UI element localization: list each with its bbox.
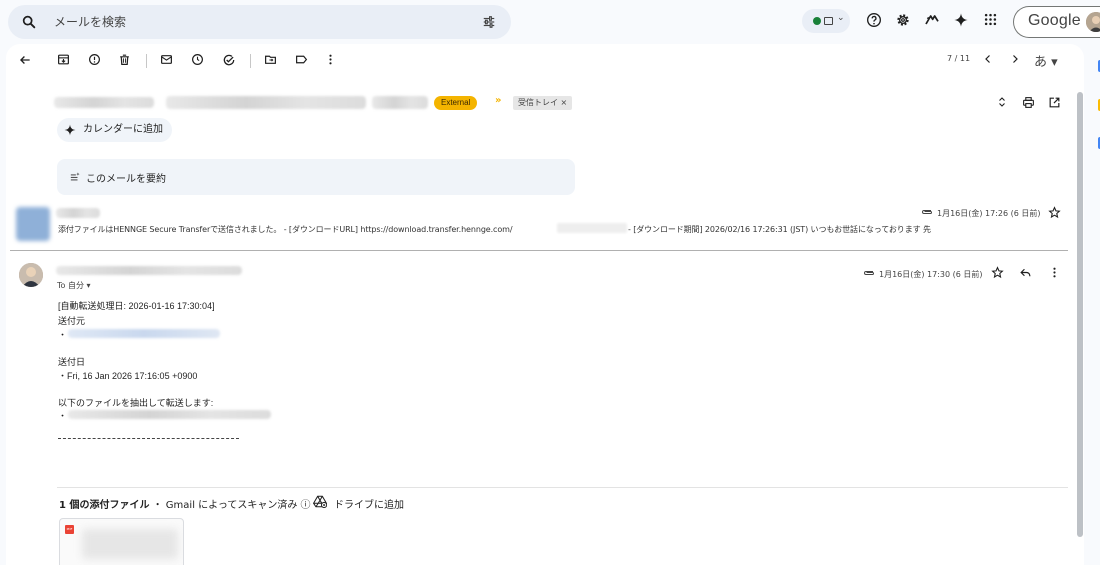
star-icon[interactable] — [1048, 206, 1061, 219]
summarize-icon — [70, 172, 80, 182]
summarize-label: このメールを要約 — [86, 174, 166, 185]
sender-name-redacted — [56, 208, 100, 218]
body-line: ・ — [58, 411, 68, 421]
search-bar[interactable] — [8, 5, 511, 39]
attachment-card-pdf[interactable]: PDF — [59, 518, 184, 565]
more-vert-icon[interactable] — [324, 53, 337, 66]
message-date: 1月16日(金) 17:30 (6 日前) — [879, 270, 983, 279]
body-line: 送付元 — [58, 316, 86, 326]
google-account-button[interactable]: Google — [1013, 6, 1100, 38]
external-label-chip[interactable]: External — [434, 96, 478, 110]
feature-sparkle-icon[interactable] — [924, 12, 940, 28]
body-line: [自動転送処理日: 2026-01-16 17:30:04] — [58, 301, 215, 311]
add-to-drive-label: ドライブに追加 — [334, 500, 404, 511]
attachment-clip-icon — [921, 208, 933, 216]
subject-redacted — [54, 97, 154, 108]
message-divider — [10, 250, 1068, 251]
mail-reading-pane: 7 / 11 あ ▾ External » 受信トレイ × カレンダーに追加 こ… — [6, 44, 1084, 565]
reply-arrow-icon[interactable] — [1019, 266, 1032, 279]
signature-separator — [58, 438, 239, 439]
attachments-header: 1 個の添付ファイル ・ Gmail によってスキャン済み ⓘ — [59, 496, 311, 511]
toolbar-divider — [146, 54, 147, 68]
archive-icon[interactable] — [57, 53, 70, 66]
label-tag-icon[interactable] — [295, 53, 308, 66]
body-line: 以下のファイルを抽出して転送します: — [58, 398, 214, 408]
sender-avatar[interactable] — [16, 207, 50, 241]
pdf-file-icon: PDF — [65, 525, 74, 534]
recipients-dropdown[interactable]: To 自分 ▾ — [57, 280, 91, 291]
sparkle-icon — [64, 124, 76, 136]
body-line: ・ — [58, 330, 68, 340]
toolbar-divider — [250, 54, 251, 68]
side-panel-strip — [1090, 44, 1100, 565]
snippet-part-2: - [ダウンロード期間] 2026/02/16 17:26:31 (JST) い… — [628, 225, 931, 234]
mark-unread-icon[interactable] — [160, 53, 173, 66]
top-bar: ⌄ Google — [0, 0, 1100, 44]
older-chevron-right-icon[interactable] — [1009, 53, 1021, 65]
attachment-preview-redacted — [82, 529, 178, 559]
sender-avatar[interactable] — [19, 263, 43, 287]
report-spam-icon[interactable] — [88, 53, 101, 66]
apps-grid-icon[interactable] — [983, 12, 998, 27]
account-avatar[interactable] — [1086, 12, 1100, 32]
body-line: ・Fri, 16 Jan 2026 17:16:05 +0900 — [58, 371, 198, 381]
add-to-tasks-icon[interactable] — [222, 53, 236, 67]
pagination-count: 7 / 11 — [947, 54, 971, 63]
attachments-divider — [57, 487, 1068, 488]
input-tools-button[interactable]: あ ▾ — [1034, 51, 1058, 70]
print-icon[interactable] — [1022, 96, 1035, 109]
attachment-clip-icon — [863, 269, 875, 277]
help-icon[interactable] — [866, 12, 882, 28]
collapsed-message-row[interactable]: 1月16日(金) 17:26 (6 日前) 添付ファイルはHENNGE Secu… — [6, 200, 1068, 252]
body-line: 送付日 — [58, 357, 86, 367]
summarize-email-button[interactable]: このメールを要約 — [57, 159, 575, 195]
sender-name-redacted — [56, 266, 242, 275]
snippet-redacted — [557, 223, 627, 233]
sender-address-redacted — [68, 329, 220, 338]
more-vert-icon[interactable] — [1048, 266, 1061, 279]
message-toolbar: 7 / 11 あ ▾ — [6, 44, 1084, 78]
drive-add-icon — [313, 495, 327, 508]
chevron-down-icon: ⌄ — [837, 13, 845, 23]
search-options-icon[interactable] — [482, 15, 496, 29]
settings-gear-icon[interactable] — [895, 12, 911, 28]
inbox-label-chip[interactable]: 受信トレイ × — [513, 96, 573, 110]
back-arrow-icon[interactable] — [18, 53, 32, 67]
snooze-clock-icon[interactable] — [191, 53, 204, 66]
subject-redacted — [372, 96, 428, 109]
snippet-part-1: 添付ファイルはHENNGE Secure Transferで送信されました。 -… — [58, 225, 513, 234]
filename-redacted — [68, 410, 271, 419]
virus-scan-note: ・ Gmail によってスキャン済み ⓘ — [149, 500, 311, 511]
move-to-folder-icon[interactable] — [264, 53, 277, 66]
status-chip[interactable]: ⌄ — [802, 9, 850, 33]
star-icon[interactable] — [991, 266, 1004, 279]
subject-redacted — [166, 96, 366, 109]
add-to-calendar-label: カレンダーに追加 — [83, 124, 163, 135]
message-date: 1月16日(金) 17:26 (6 日前) — [937, 209, 1041, 218]
open-new-window-icon[interactable] — [1048, 96, 1061, 109]
search-input[interactable] — [54, 12, 454, 32]
add-to-calendar-button[interactable]: カレンダーに追加 — [57, 118, 172, 142]
expand-collapse-icon[interactable] — [996, 96, 1008, 108]
calendar-status-icon — [824, 17, 833, 25]
importance-marker-icon[interactable]: » — [495, 95, 501, 106]
gemini-icon[interactable] — [953, 12, 969, 28]
attachment-count: 1 個の添付ファイル — [59, 500, 150, 511]
search-icon[interactable] — [21, 14, 37, 30]
delete-trash-icon[interactable] — [118, 53, 131, 66]
status-active-dot — [813, 17, 821, 25]
newer-chevron-left-icon[interactable] — [982, 53, 994, 65]
google-logo-text: Google — [1028, 12, 1081, 29]
scrollbar-thumb[interactable] — [1077, 92, 1083, 537]
